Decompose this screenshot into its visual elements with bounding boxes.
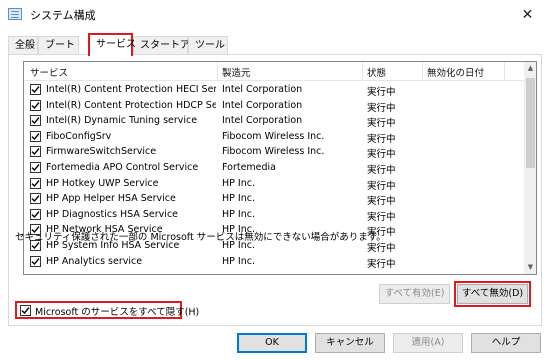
check-icon — [31, 195, 40, 203]
service-manufacturer: Intel Corporation — [222, 99, 303, 111]
tab-startup[interactable]: スタートアップ — [133, 36, 210, 55]
check-icon — [31, 117, 40, 125]
tab-boot[interactable]: ブート — [38, 36, 79, 55]
ok-button[interactable]: OK — [237, 333, 307, 353]
column-separator — [504, 62, 505, 81]
service-name: Intel(R) Content Protection HECI Ser... — [46, 84, 216, 95]
table-row[interactable]: HP Diagnostics HSA Service HP Inc. 実行中 — [24, 207, 524, 223]
hide-microsoft-label: Microsoft のサービスをすべて隠す(H) — [35, 307, 200, 318]
service-checkbox[interactable] — [30, 146, 41, 158]
enable-all-button[interactable]: すべて有効(E) — [379, 284, 450, 304]
scrollbar-thumb[interactable] — [526, 78, 535, 168]
table-row[interactable]: FirmwareSwitchService Fibocom Wireless In… — [24, 144, 524, 160]
check-icon — [31, 148, 40, 156]
table-row[interactable]: FiboConfigSrv Fibocom Wireless Inc. 実行中 — [24, 129, 524, 145]
check-icon — [31, 179, 40, 187]
table-row[interactable]: HP App Helper HSA Service HP Inc. 実行中 — [24, 191, 524, 207]
hide-microsoft-checkbox[interactable] — [20, 305, 31, 316]
service-status: 実行中 — [367, 165, 396, 176]
close-button[interactable]: ✕ — [505, 0, 550, 30]
service-checkbox[interactable] — [30, 255, 41, 267]
title-bar: システム構成 ✕ — [0, 0, 550, 30]
service-manufacturer: Fortemedia — [222, 162, 277, 173]
service-name: HP Diagnostics HSA Service — [46, 208, 179, 220]
service-checkbox[interactable] — [30, 162, 41, 173]
service-checkbox[interactable] — [30, 193, 41, 205]
service-status: 実行中 — [367, 149, 396, 161]
service-name: FirmwareSwitchService — [46, 146, 157, 158]
column-manufacturer[interactable]: 製造元 — [222, 65, 251, 79]
check-icon — [31, 132, 40, 140]
scroll-up-icon[interactable]: ▲ — [524, 62, 536, 75]
service-manufacturer: Intel Corporation — [222, 115, 303, 127]
table-row[interactable]: Intel(R) Content Protection HECI Ser... I… — [24, 82, 524, 98]
table-row[interactable]: Intel(R) Content Protection HDCP Se... In… — [24, 98, 524, 114]
service-status: 実行中 — [367, 102, 396, 114]
system-config-icon — [8, 8, 22, 20]
check-icon — [31, 210, 40, 218]
column-separator — [362, 62, 363, 81]
table-row[interactable]: Fortemedia APO Control Service Fortemedia… — [24, 160, 524, 176]
service-status: 実行中 — [367, 180, 396, 192]
service-manufacturer: Intel Corporation — [222, 84, 303, 95]
disable-all-button[interactable]: すべて無効(D) — [457, 284, 528, 304]
service-checkbox[interactable] — [30, 99, 41, 111]
table-row[interactable]: HP Hotkey UWP Service HP Inc. 実行中 — [24, 176, 524, 192]
vertical-scrollbar[interactable]: ▲ ▼ — [524, 62, 536, 274]
tab-tools[interactable]: ツール — [188, 36, 228, 55]
check-icon — [31, 86, 40, 94]
protected-services-notice: セキュリティ保護された一部の Microsoft サービスは無効にできない場合が… — [15, 232, 386, 243]
window-title: システム構成 — [30, 9, 96, 22]
cancel-button[interactable]: キャンセル — [315, 333, 385, 353]
list-header: サービス 製造元 状態 無効化の日付 — [24, 62, 524, 81]
service-status: 実行中 — [367, 118, 396, 130]
column-separator — [217, 62, 218, 81]
service-status: 実行中 — [367, 211, 396, 223]
service-name: HP Analytics service — [46, 255, 143, 267]
scroll-down-icon[interactable]: ▼ — [524, 261, 536, 274]
service-name: FiboConfigSrv — [46, 130, 112, 142]
service-status: 実行中 — [367, 196, 396, 208]
tab-general[interactable]: 全般 — [8, 36, 38, 55]
service-checkbox[interactable] — [30, 208, 41, 220]
service-manufacturer: Fibocom Wireless Inc. — [222, 130, 325, 142]
service-manufacturer: HP Inc. — [222, 177, 255, 189]
service-manufacturer: HP Inc. — [222, 255, 255, 267]
tab-services[interactable]: サービス — [88, 33, 136, 56]
service-checkbox[interactable] — [30, 177, 41, 189]
service-name: HP Hotkey UWP Service — [46, 177, 159, 189]
table-row[interactable]: HP Analytics service HP Inc. 実行中 — [24, 254, 524, 270]
service-checkbox[interactable] — [30, 115, 41, 127]
check-icon — [31, 164, 40, 172]
service-manufacturer: HP Inc. — [222, 193, 255, 205]
service-status: 実行中 — [367, 133, 396, 145]
column-separator — [422, 62, 423, 81]
column-disabled-date[interactable]: 無効化の日付 — [427, 65, 484, 79]
service-manufacturer: HP Inc. — [222, 208, 255, 220]
check-icon — [21, 307, 30, 315]
service-status: 実行中 — [367, 87, 396, 98]
service-name: Intel(R) Dynamic Tuning service — [46, 115, 198, 127]
check-icon — [31, 257, 40, 265]
apply-button[interactable]: 適用(A) — [393, 333, 463, 353]
check-icon — [31, 101, 40, 109]
column-service[interactable]: サービス — [30, 65, 68, 79]
service-name: HP App Helper HSA Service — [46, 193, 176, 205]
column-status[interactable]: 状態 — [367, 65, 386, 79]
hide-microsoft-services[interactable]: Microsoft のサービスをすべて隠す(H) — [15, 301, 199, 319]
service-checkbox[interactable] — [30, 130, 41, 142]
service-name: Intel(R) Content Protection HDCP Se... — [46, 99, 216, 111]
service-manufacturer: Fibocom Wireless Inc. — [222, 146, 325, 158]
service-checkbox[interactable] — [30, 84, 41, 95]
service-status: 実行中 — [367, 258, 396, 270]
table-row[interactable]: Intel(R) Dynamic Tuning service Intel Cor… — [24, 113, 524, 129]
service-name: Fortemedia APO Control Service — [46, 162, 199, 173]
help-button[interactable]: ヘルプ — [471, 333, 541, 353]
